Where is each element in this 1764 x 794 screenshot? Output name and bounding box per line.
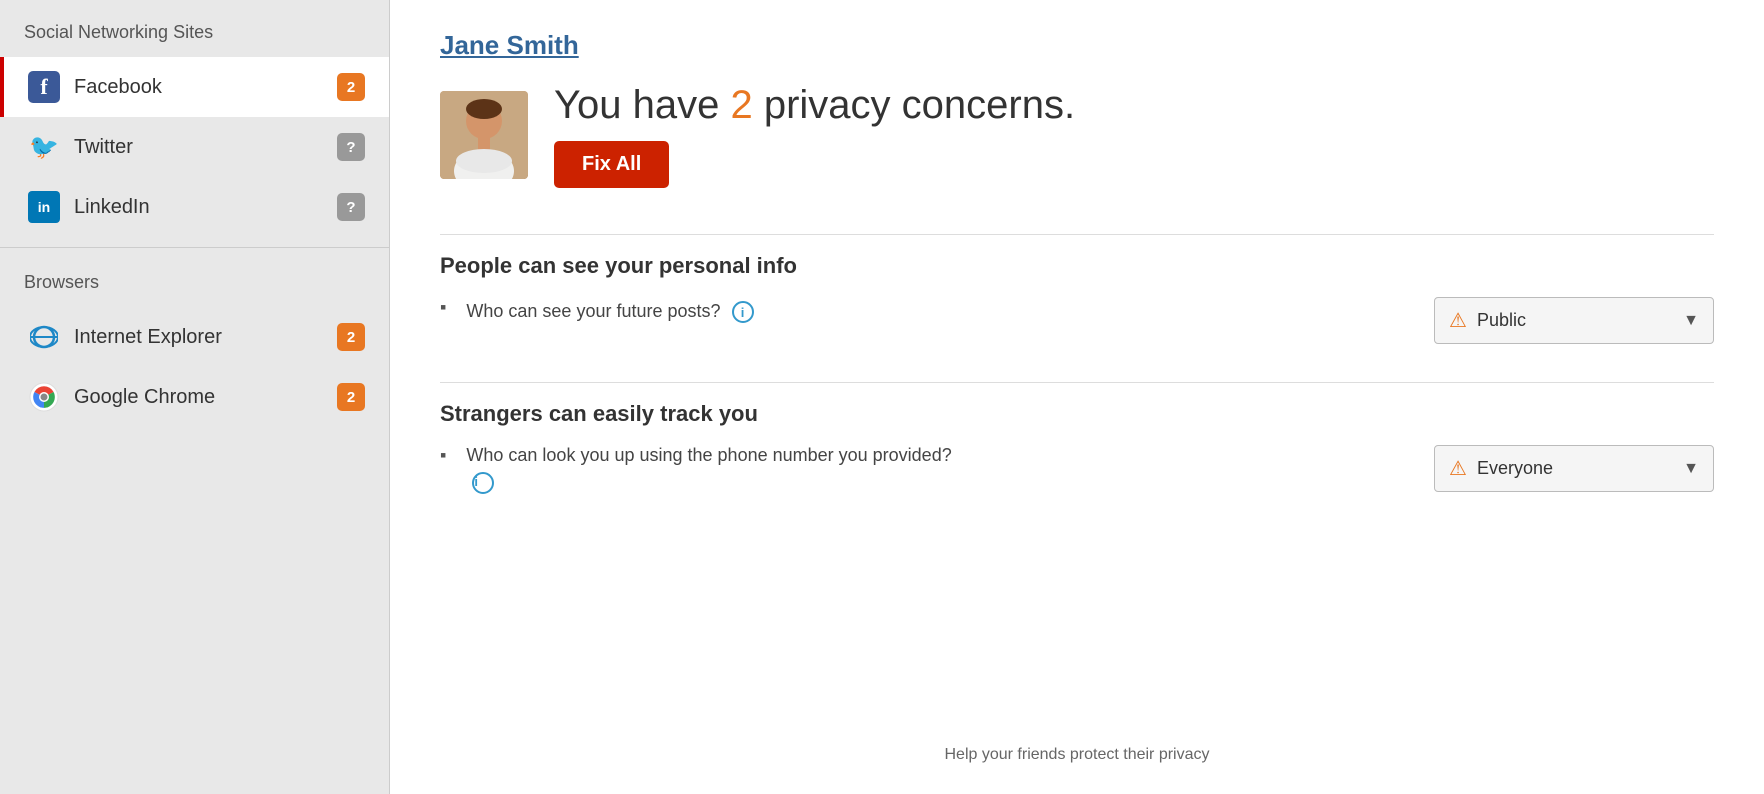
privacy-message-block: You have 2 privacy concerns. Fix All: [554, 81, 1075, 188]
sidebar-item-linkedin[interactable]: in LinkedIn ?: [0, 177, 389, 237]
privacy-item-2: ▪ Who can look you up using the phone nu…: [440, 445, 1714, 494]
privacy-section-1: People can see your personal info ▪ Who …: [440, 253, 1714, 354]
user-name[interactable]: Jane Smith: [440, 30, 1714, 61]
info-icon-2[interactable]: i: [472, 472, 494, 494]
sidebar-divider: [0, 247, 389, 248]
main-content: Jane Smith: [390, 0, 1764, 794]
linkedin-badge: ?: [337, 193, 365, 221]
posts-dropdown-container: ⚠ Public ▼: [1434, 297, 1714, 344]
phone-dropdown-warning-icon: ⚠: [1449, 456, 1467, 481]
posts-dropdown[interactable]: ⚠ Public ▼: [1434, 297, 1714, 344]
sidebar-label-chrome: Google Chrome: [74, 386, 337, 409]
bullet-2: ▪: [440, 445, 446, 466]
privacy-suffix: privacy concerns.: [753, 83, 1075, 127]
browsers-section-title: Browsers: [0, 258, 389, 307]
info-icon-1[interactable]: i: [732, 301, 754, 323]
phone-dropdown[interactable]: ⚠ Everyone ▼: [1434, 445, 1714, 492]
concern-count: 2: [730, 83, 752, 127]
section-divider-1: [440, 234, 1714, 235]
twitter-badge: ?: [337, 133, 365, 161]
ie-badge: 2: [337, 323, 365, 351]
sidebar-item-internet-explorer[interactable]: Internet Explorer 2: [0, 307, 389, 367]
sidebar: Social Networking Sites f Facebook 2 🐦 T…: [0, 0, 390, 794]
facebook-icon: f: [28, 71, 60, 103]
section1-heading: People can see your personal info: [440, 253, 1714, 279]
sidebar-item-facebook[interactable]: f Facebook 2: [0, 57, 389, 117]
footer-text: Help your friends protect their privacy: [440, 716, 1714, 764]
facebook-badge: 2: [337, 73, 365, 101]
sidebar-label-twitter: Twitter: [74, 136, 337, 159]
phone-dropdown-container: ⚠ Everyone ▼: [1434, 445, 1714, 492]
chrome-badge: 2: [337, 383, 365, 411]
sidebar-label-linkedin: LinkedIn: [74, 196, 337, 219]
privacy-item-1-text: Who can see your future posts? i: [466, 297, 1418, 323]
privacy-item-1: ▪ Who can see your future posts? i ⚠ Pub…: [440, 297, 1714, 344]
chrome-icon: [28, 381, 60, 413]
posts-dropdown-arrow: ▼: [1683, 312, 1699, 330]
privacy-header: You have 2 privacy concerns. Fix All: [440, 81, 1714, 188]
privacy-message: You have 2 privacy concerns.: [554, 81, 1075, 129]
section2-heading: Strangers can easily track you: [440, 401, 1714, 427]
ie-icon: [28, 321, 60, 353]
sidebar-item-twitter[interactable]: 🐦 Twitter ?: [0, 117, 389, 177]
posts-dropdown-warning-icon: ⚠: [1449, 308, 1467, 333]
linkedin-icon: in: [28, 191, 60, 223]
sidebar-label-ie: Internet Explorer: [74, 326, 337, 349]
bullet-1: ▪: [440, 297, 446, 318]
section-divider-2: [440, 382, 1714, 383]
social-section-title: Social Networking Sites: [0, 0, 389, 57]
avatar: [440, 91, 528, 179]
posts-dropdown-label: Public: [1477, 310, 1673, 331]
fix-all-button[interactable]: Fix All: [554, 141, 669, 188]
avatar-image: [440, 91, 528, 179]
phone-dropdown-label: Everyone: [1477, 458, 1673, 479]
phone-dropdown-arrow: ▼: [1683, 460, 1699, 478]
sidebar-item-google-chrome[interactable]: Google Chrome 2: [0, 367, 389, 427]
privacy-prefix: You have: [554, 83, 730, 127]
privacy-section-2: Strangers can easily track you ▪ Who can…: [440, 401, 1714, 494]
twitter-icon: 🐦: [28, 131, 60, 163]
sidebar-label-facebook: Facebook: [74, 76, 337, 99]
privacy-item-2-text: Who can look you up using the phone numb…: [466, 445, 1418, 494]
